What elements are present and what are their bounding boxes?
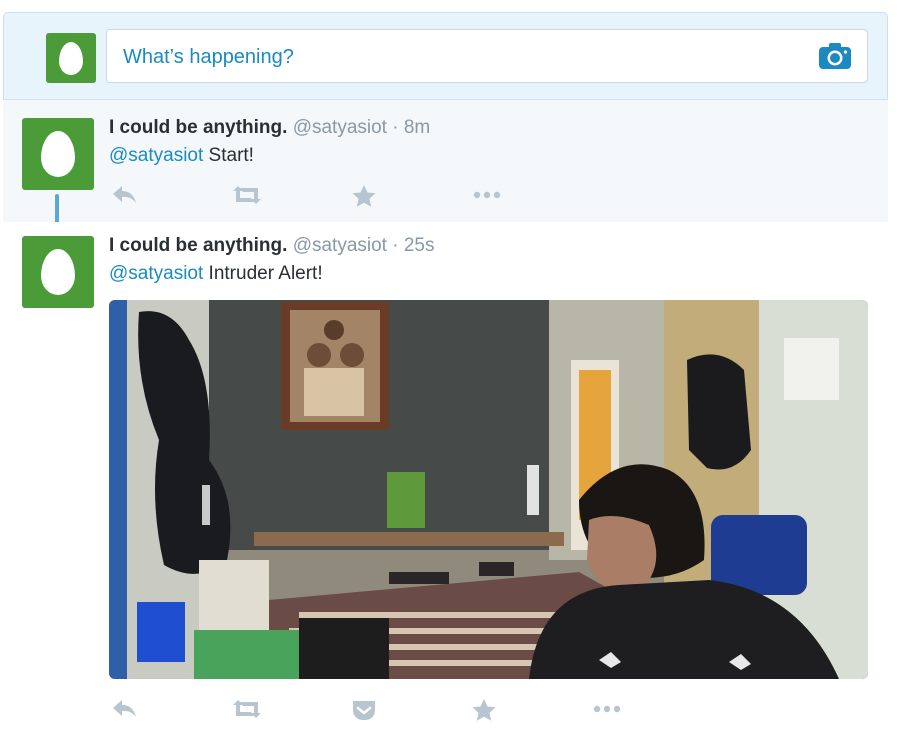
tweet-avatar[interactable] [22,236,94,308]
tweet-body: Start! [203,145,254,166]
tweet-timestamp[interactable]: 8m [404,117,430,138]
tweet-actions [109,184,529,208]
compose-area: What’s happening? [3,12,888,100]
tweet-mention[interactable]: @satyasiot [109,145,203,166]
room-photo-image [109,300,868,679]
egg-avatar-icon [41,249,75,295]
tweet-header: I could be anything. @satyasiot · 8m [109,117,430,139]
more-button[interactable] [591,698,621,722]
tweet-photo[interactable] [109,300,868,679]
tweet-text: @satyasiot Intruder Alert! [109,263,323,285]
tweet-text: @satyasiot Start! [109,145,254,167]
tweet-separator: · [392,117,399,138]
tweet-fullname[interactable]: I could be anything. [109,117,287,138]
favorite-button[interactable] [471,698,501,722]
pocket-icon [353,701,375,720]
compose-avatar[interactable] [46,33,96,83]
tweet-username[interactable]: @satyasiot [293,235,387,256]
more-dots-icon [473,191,501,199]
egg-avatar-icon [59,41,83,75]
star-icon [352,185,376,207]
retweet-icon [233,186,261,204]
tweet-avatar[interactable] [22,118,94,190]
reply-icon [113,186,136,203]
favorite-button[interactable] [351,184,381,208]
tweet-header: I could be anything. @satyasiot · 25s [109,235,435,257]
tweet-separator: · [392,235,399,256]
retweet-button[interactable] [231,184,261,208]
more-button[interactable] [471,184,501,208]
tweet-actions [109,698,621,722]
tweet-body: Intruder Alert! [203,263,323,284]
more-dots-icon [593,705,621,713]
tweet-fullname[interactable]: I could be anything. [109,235,287,256]
reply-button[interactable] [111,698,141,722]
tweet-mention[interactable]: @satyasiot [109,263,203,284]
retweet-button[interactable] [231,698,261,722]
camera-icon[interactable] [819,43,851,69]
pocket-button[interactable] [351,698,381,722]
star-icon [472,699,496,721]
compose-placeholder: What’s happening? [123,46,294,68]
reply-button[interactable] [111,184,141,208]
tweet-item[interactable]: I could be anything. @satyasiot · 8m @sa… [3,100,888,222]
tweet-username[interactable]: @satyasiot [293,117,387,138]
tweet-timestamp[interactable]: 25s [404,235,435,256]
tweet-item[interactable]: I could be anything. @satyasiot · 25s @s… [3,222,888,739]
reply-icon [113,700,136,717]
compose-input[interactable]: What’s happening? [106,29,868,83]
retweet-icon [233,700,261,718]
egg-avatar-icon [41,131,75,177]
